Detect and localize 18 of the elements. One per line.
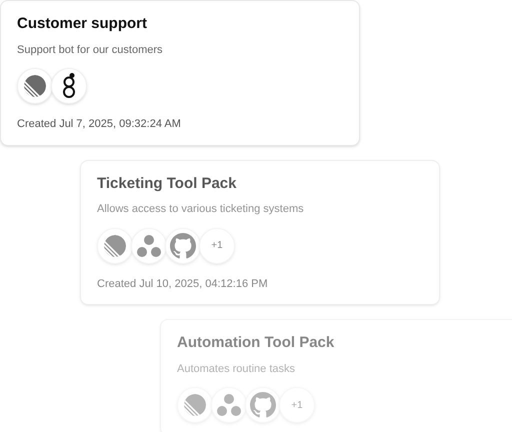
card-title: Automation Tool Pack: [177, 333, 336, 353]
card-description: Automates routine tasks: [177, 362, 296, 376]
three-dots-icon: [136, 234, 162, 258]
striped-circle-icon: [184, 394, 206, 416]
three-dots-icon: [216, 393, 242, 417]
ring-logo-icon: [61, 73, 77, 99]
more-tools-count: +1: [199, 228, 235, 264]
octocat-icon: [250, 392, 276, 418]
more-tools-count: +1: [279, 387, 315, 423]
striped-circle-icon: [24, 75, 46, 97]
card-title: Customer support: [17, 14, 148, 34]
created-date: Created Jul 7, 2025, 09:32:24 AM: [17, 117, 182, 132]
created-date: Created Jul 10, 2025, 04:12:16 PM: [97, 276, 269, 292]
card-description: Allows access to various ticketing systems: [97, 202, 305, 217]
octocat-icon: [170, 232, 196, 258]
striped-circle-icon: [104, 234, 126, 256]
card-description: Support bot for our customers: [17, 42, 164, 58]
card-title: Ticketing Tool Pack: [97, 174, 238, 194]
